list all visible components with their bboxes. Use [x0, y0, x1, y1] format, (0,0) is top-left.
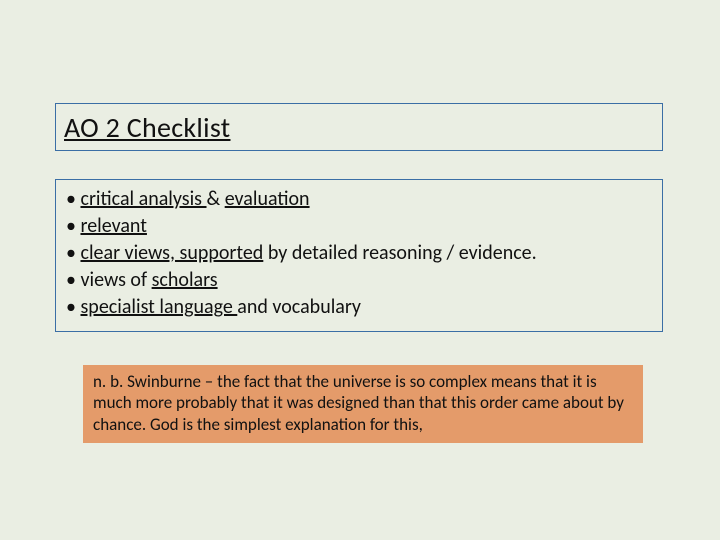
- bullet-text: scholars: [152, 268, 218, 292]
- bullet-item-2: • clear views, supported by detailed rea…: [66, 240, 652, 267]
- bullet-icon: •: [66, 295, 80, 319]
- bullet-item-3: • views of scholars: [66, 267, 652, 294]
- bullet-text: relevant: [80, 214, 146, 238]
- bullet-text: critical analysis: [80, 187, 206, 211]
- bullet-icon: •: [66, 268, 80, 292]
- bullet-text: clear views,: [80, 241, 174, 265]
- title-box: AO 2 Checklist: [55, 103, 663, 151]
- bullet-text: and vocabulary: [237, 295, 361, 319]
- slide: AO 2 Checklist • critical analysis & eva…: [0, 0, 720, 540]
- bullet-item-1: • relevant: [66, 213, 652, 240]
- bullet-icon: •: [66, 214, 80, 238]
- bullet-text: evaluation: [225, 187, 310, 211]
- bullet-text: specialist language: [80, 295, 237, 319]
- bullet-text: views of: [80, 268, 151, 292]
- bullet-item-0: • critical analysis & evaluation: [66, 186, 652, 213]
- bullet-text: by detailed reasoning / evidence.: [263, 241, 536, 265]
- bullet-item-4: • specialist language and vocabulary: [66, 294, 652, 321]
- title-text: AO 2 Checklist: [64, 110, 231, 145]
- bullet-text: &: [207, 187, 225, 211]
- note-box: n. b. Swinburne – the fact that the univ…: [83, 365, 643, 443]
- bullet-text: supported: [175, 241, 263, 265]
- bullet-icon: •: [66, 187, 80, 211]
- note-text: n. b. Swinburne – the fact that the univ…: [93, 371, 624, 435]
- content-box: • critical analysis & evaluation • relev…: [55, 179, 663, 332]
- bullet-icon: •: [66, 241, 80, 265]
